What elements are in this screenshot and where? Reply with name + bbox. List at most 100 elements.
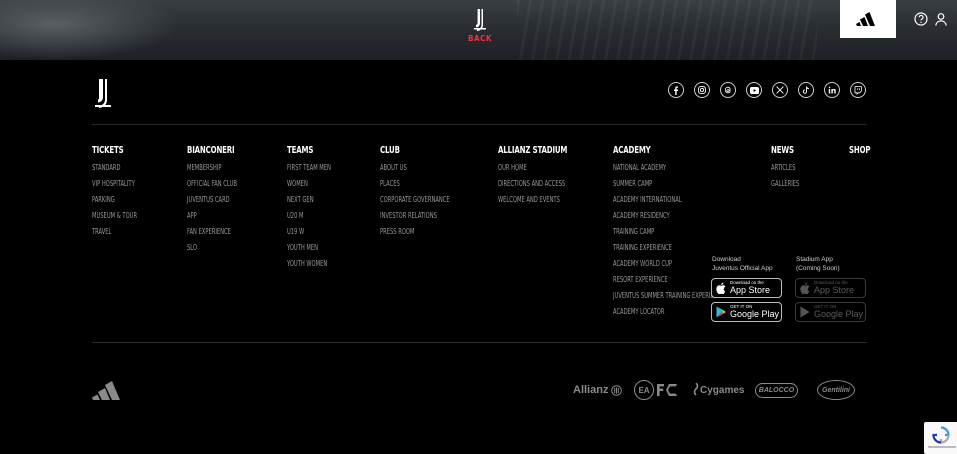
ea-text: EA <box>638 385 650 395</box>
footer-link[interactable]: TRAINING CAMP <box>613 226 724 242</box>
footer-divider-top <box>92 124 867 125</box>
gentilini-text: Gentilini <box>822 386 850 394</box>
apple-icon <box>800 282 810 294</box>
footer-column-allianz-stadium: ALLIANZ STADIUM OUR HOME DIRECTIONS AND … <box>498 145 591 210</box>
column-title[interactable]: ALLIANZ STADIUM <box>498 145 571 157</box>
facebook-icon[interactable] <box>668 82 684 98</box>
gentilini-badge: Gentilini <box>817 380 855 400</box>
footer-link[interactable]: ACADEMY RESIDENCY <box>613 210 724 226</box>
juventus-logo-icon[interactable] <box>471 8 489 32</box>
footer-column-bianconeri: BIANCONERI MEMBERSHIP OFFICIAL FAN CLUB … <box>187 145 256 258</box>
youtube-icon[interactable] <box>746 82 762 98</box>
footer-link[interactable]: OFFICIAL FAN CLUB <box>187 178 237 194</box>
juventus-footer-logo[interactable] <box>92 78 114 110</box>
balocco-logo[interactable]: BALOCCO <box>755 380 798 400</box>
adidas-partner-button[interactable] <box>840 0 896 38</box>
cygames-text: Cygames <box>700 384 745 396</box>
cygames-logo[interactable]: Cygames <box>692 380 744 400</box>
footer-link[interactable]: APP <box>187 210 237 226</box>
stadium-app-label-line2: (Coming Soon) <box>796 265 840 272</box>
footer-column-news: NEWS ARTICLES GALLERIES <box>771 145 810 194</box>
fc-icon <box>657 384 677 396</box>
footer-link[interactable]: NEXT GEN <box>287 194 331 210</box>
footer-link[interactable]: WELCOME AND EVENTS <box>498 194 565 210</box>
balocco-text: BALOCCO <box>758 386 795 394</box>
footer-link[interactable]: U19 W <box>287 226 331 242</box>
official-app-store-button[interactable]: Download on the App Store <box>711 278 782 298</box>
recaptcha-badge[interactable] <box>924 422 957 454</box>
google-play-icon <box>716 306 726 318</box>
footer-link[interactable]: ACADEMY WORLD CUP <box>613 258 724 274</box>
instagram-icon[interactable] <box>694 82 710 98</box>
column-title[interactable]: SHOP <box>849 145 871 157</box>
official-app-label-line2: Juventus Official App <box>712 265 773 272</box>
x-icon[interactable] <box>772 82 788 98</box>
user-icon[interactable] <box>934 12 948 26</box>
app-store-text: App Store <box>730 284 771 295</box>
footer-link[interactable]: U20 M <box>287 210 331 226</box>
footer-link[interactable]: STANDARD <box>92 162 137 178</box>
official-google-play-button[interactable]: GET IT ON Google Play <box>711 302 782 322</box>
footer-link[interactable]: OUR HOME <box>498 162 565 178</box>
footer-link[interactable]: TRAVEL <box>92 226 137 242</box>
footer-link[interactable]: FIRST TEAM MEN <box>287 162 331 178</box>
footer-link[interactable]: GALLERIES <box>771 178 799 194</box>
google-play-text: Google Play <box>814 308 864 319</box>
footer-link[interactable]: YOUTH WOMEN <box>287 258 331 274</box>
stadium-google-play-button: GET IT ON Google Play <box>795 302 866 322</box>
footer-link[interactable]: ABOUT US <box>380 162 450 178</box>
footer-link[interactable]: PARKING <box>92 194 137 210</box>
footer-link[interactable]: WOMEN <box>287 178 331 194</box>
footer-link[interactable]: DIRECTIONS AND ACCESS <box>498 178 565 194</box>
recaptcha-icon <box>932 426 950 444</box>
footer-link[interactable]: MEMBERSHIP <box>187 162 237 178</box>
footer-column-club: CLUB ABOUT US PLACES CORPORATE GOVERNANC… <box>380 145 477 242</box>
footer-link[interactable]: ACADEMY INTERNATIONAL <box>613 194 724 210</box>
footer-link[interactable]: RESORT EXPERIENCE <box>613 274 724 290</box>
footer-link[interactable]: JUVENTUS CARD <box>187 194 237 210</box>
allianz-logo[interactable]: Allianz <box>573 380 623 400</box>
footer-link[interactable]: JUVENTUS SUMMER TRAINING EXPERIENCE <box>613 290 724 306</box>
ea-sports-logo[interactable]: EA <box>634 380 678 400</box>
footer-link[interactable]: CORPORATE GOVERNANCE <box>380 194 450 210</box>
cygames-mark-icon <box>693 383 699 396</box>
linkedin-icon[interactable] <box>824 82 840 98</box>
footer-link[interactable]: YOUTH MEN <box>287 242 331 258</box>
stadium-app-label: Stadium App (Coming Soon) <box>796 255 840 273</box>
google-play-icon <box>800 306 810 318</box>
footer-link[interactable]: SUMMER CAMP <box>613 178 724 194</box>
footer-link[interactable]: INVESTOR RELATIONS <box>380 210 450 226</box>
tiktok-icon[interactable] <box>798 82 814 98</box>
apple-icon <box>716 282 726 294</box>
back-link[interactable]: BACK <box>468 34 492 43</box>
footer-column-tickets: TICKETS STANDARD VIP HOSPITALITY PARKING… <box>92 145 155 242</box>
column-title[interactable]: BIANCONERI <box>187 145 241 157</box>
footer-link[interactable]: FAN EXPERIENCE <box>187 226 237 242</box>
footer-column-teams: TEAMS FIRST TEAM MEN WOMEN NEXT GEN U20 … <box>287 145 348 274</box>
gentilini-logo[interactable]: Gentilini <box>817 380 855 400</box>
column-title[interactable]: CLUB <box>380 145 455 157</box>
column-title[interactable]: ACADEMY <box>613 145 734 157</box>
footer-link[interactable]: ACADEMY LOCATOR <box>613 306 724 322</box>
footer-link[interactable]: PLACES <box>380 178 450 194</box>
footer-link[interactable]: VIP HOSPITALITY <box>92 178 137 194</box>
official-app-label: Download Juventus Official App <box>712 255 773 273</box>
threads-icon[interactable] <box>720 82 736 98</box>
balocco-badge: BALOCCO <box>755 382 798 398</box>
app-store-text: App Store <box>814 284 855 295</box>
footer-link[interactable]: SLO <box>187 242 237 258</box>
recaptcha-privacy-terms[interactable] <box>928 446 956 448</box>
footer-link[interactable]: MUSEUM & TOUR <box>92 210 137 226</box>
help-icon[interactable] <box>914 12 928 26</box>
adidas-icon[interactable] <box>92 380 128 400</box>
footer-link[interactable]: TRAINING EXPERIENCE <box>613 242 724 258</box>
footer-link[interactable]: NATIONAL ACADEMY <box>613 162 724 178</box>
footer-link[interactable]: PRESS ROOM <box>380 226 450 242</box>
footer-divider-bottom <box>92 342 867 343</box>
column-title[interactable]: TEAMS <box>287 145 335 157</box>
allianz-text: Allianz <box>573 384 609 396</box>
column-title[interactable]: TICKETS <box>92 145 141 157</box>
column-title[interactable]: NEWS <box>771 145 802 157</box>
twitch-icon[interactable] <box>850 82 866 98</box>
footer-link[interactable]: ARTICLES <box>771 162 799 178</box>
